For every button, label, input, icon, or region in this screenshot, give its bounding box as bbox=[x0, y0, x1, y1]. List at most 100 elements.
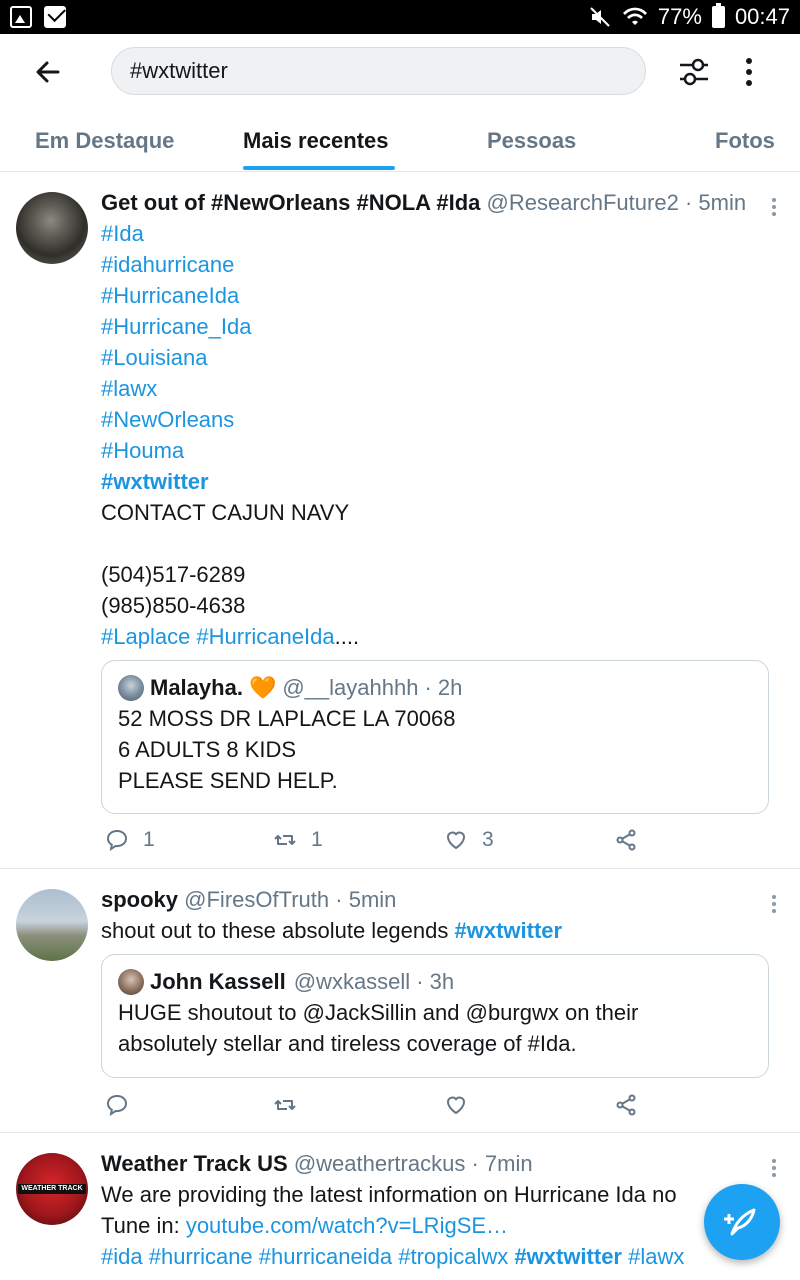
tab-fotos[interactable]: Fotos bbox=[715, 128, 775, 154]
like-count: 3 bbox=[482, 828, 494, 851]
hashtag[interactable]: #Louisiana bbox=[101, 342, 770, 373]
reply-icon bbox=[106, 829, 128, 852]
quoted-author-handle: @wxkassell bbox=[293, 969, 411, 994]
tweet-time: · 5min bbox=[335, 887, 397, 912]
mute-icon bbox=[590, 7, 610, 27]
hashtag[interactable]: #ida bbox=[101, 1244, 143, 1269]
share-button[interactable] bbox=[614, 1093, 638, 1117]
hashtag[interactable]: #wxtwitter bbox=[455, 918, 563, 943]
status-bar: 77% 00:47 bbox=[0, 0, 800, 34]
overflow-menu-icon[interactable] bbox=[738, 54, 760, 90]
avatar[interactable] bbox=[16, 192, 88, 264]
author-name[interactable]: Weather Track US bbox=[101, 1151, 288, 1176]
hashtag[interactable]: #HurricaneIda bbox=[101, 280, 770, 311]
quoted-tweet-time: · 2h bbox=[424, 675, 463, 700]
quoted-avatar bbox=[118, 675, 144, 701]
hashtag[interactable]: #Hurricane_Ida bbox=[101, 311, 770, 342]
tweet-text: We are providing the latest information … bbox=[101, 1182, 677, 1207]
quoted-text: 6 ADULTS 8 KIDS bbox=[118, 737, 297, 762]
reply-button[interactable]: 1 bbox=[105, 828, 155, 852]
hashtag[interactable]: #hurricane bbox=[149, 1244, 253, 1269]
author-name[interactable]: Get out of #NewOrleans #NOLA #Ida bbox=[101, 190, 480, 215]
reply-icon bbox=[106, 1094, 128, 1117]
hashtag[interactable]: #idahurricane bbox=[101, 249, 770, 280]
author-name[interactable]: spooky bbox=[101, 887, 178, 912]
share-button[interactable] bbox=[614, 828, 638, 852]
tweet-text: Tune in: bbox=[101, 1213, 180, 1238]
hashtag[interactable]: #lawx bbox=[101, 373, 770, 404]
tab-em-destaque[interactable]: Em Destaque bbox=[35, 128, 174, 154]
quoted-text: HUGE shoutout to @JackSillin and @burgwx… bbox=[118, 1000, 639, 1025]
hashtag[interactable]: #Houma bbox=[101, 435, 770, 466]
quoted-tweet[interactable]: Malayha. 🧡 @__layahhhh · 2h 52 MOSS DR L… bbox=[101, 660, 769, 814]
quoted-text: PLEASE SEND HELP. bbox=[118, 768, 338, 793]
compose-feather-icon bbox=[724, 1208, 756, 1236]
clock: 00:47 bbox=[734, 4, 790, 29]
mail-notification-icon bbox=[44, 6, 66, 28]
battery-percent: 77% bbox=[657, 4, 702, 29]
reply-count: 1 bbox=[143, 828, 155, 851]
retweet-icon bbox=[274, 1100, 296, 1110]
search-tabs: Em Destaque Mais recentes Pessoas Fotos bbox=[0, 110, 800, 172]
search-input[interactable]: #wxtwitter bbox=[111, 47, 646, 95]
like-button[interactable]: 3 bbox=[444, 828, 494, 852]
compose-tweet-button[interactable] bbox=[704, 1184, 780, 1260]
tweet[interactable]: Get out of #NewOrleans #NOLA #Ida @Resea… bbox=[0, 172, 800, 869]
tweet-actions bbox=[101, 1093, 661, 1123]
tab-pessoas[interactable]: Pessoas bbox=[487, 128, 576, 154]
tweet-actions: 1 1 3 bbox=[101, 828, 661, 858]
tweet-menu-icon[interactable] bbox=[770, 196, 778, 218]
tweet-text: shout out to these absolute legends bbox=[101, 918, 449, 943]
gallery-notification-icon bbox=[10, 6, 32, 28]
tweet[interactable]: WEATHER TRACK Weather Track US @weathert… bbox=[0, 1133, 800, 1280]
like-button[interactable] bbox=[444, 1093, 468, 1117]
quoted-author-name: Malayha. bbox=[150, 675, 243, 700]
quoted-author-handle: @__layahhhh bbox=[282, 675, 419, 700]
orange-heart-icon: 🧡 bbox=[248, 675, 277, 700]
retweet-button[interactable]: 1 bbox=[273, 828, 323, 852]
retweet-icon bbox=[274, 835, 296, 845]
author-handle[interactable]: @ResearchFuture2 bbox=[487, 190, 679, 215]
hashtag[interactable]: #NewOrleans bbox=[101, 404, 770, 435]
quoted-author-name: John Kassell bbox=[150, 969, 286, 994]
hashtag[interactable]: #wxtwitter bbox=[514, 1244, 622, 1269]
hashtag[interactable]: #Ida bbox=[101, 218, 770, 249]
avatar[interactable]: WEATHER TRACK bbox=[16, 1153, 88, 1225]
share-icon bbox=[616, 1094, 636, 1116]
search-filter-icon[interactable] bbox=[676, 54, 712, 90]
retweet-button[interactable] bbox=[273, 1093, 297, 1117]
back-arrow-icon[interactable] bbox=[30, 54, 66, 90]
ellipsis: .... bbox=[334, 624, 360, 649]
tweet-link[interactable]: youtube.com/watch?v=LRigSE… bbox=[186, 1213, 508, 1238]
active-tab-indicator bbox=[243, 166, 395, 170]
hashtag[interactable]: #tropicalwx bbox=[398, 1244, 508, 1269]
quoted-tweet-time: · 3h bbox=[416, 969, 455, 994]
quoted-text: absolutely stellar and tireless coverage… bbox=[118, 1031, 577, 1056]
quoted-tweet[interactable]: John Kassell @wxkassell · 3h HUGE shouto… bbox=[101, 954, 769, 1078]
share-icon bbox=[616, 829, 636, 851]
search-header: #wxtwitter bbox=[0, 34, 800, 110]
tweet-menu-icon[interactable] bbox=[770, 893, 778, 915]
retweet-count: 1 bbox=[311, 828, 323, 851]
hashtag[interactable]: #Laplace #HurricaneIda bbox=[101, 624, 335, 649]
hashtag[interactable]: #wxtwitter bbox=[101, 466, 770, 497]
quoted-avatar bbox=[118, 969, 144, 995]
avatar[interactable] bbox=[16, 889, 88, 961]
avatar-logo-text: WEATHER TRACK bbox=[18, 1184, 86, 1194]
tweet-time: · 5min bbox=[684, 190, 747, 215]
tweet[interactable]: spooky @FiresOfTruth · 5min shout out to… bbox=[0, 869, 800, 1133]
tweet-text: (985)850-4638 bbox=[101, 593, 246, 618]
author-handle[interactable]: @FiresOfTruth bbox=[184, 887, 329, 912]
hashtag[interactable]: #hurricaneida bbox=[259, 1244, 392, 1269]
tab-mais-recentes[interactable]: Mais recentes bbox=[243, 128, 389, 154]
battery-icon bbox=[711, 3, 725, 28]
reply-button[interactable] bbox=[105, 1093, 129, 1117]
hashtag[interactable]: #lawx bbox=[628, 1244, 684, 1269]
author-handle[interactable]: @weathertrackus bbox=[294, 1151, 466, 1176]
heart-icon bbox=[446, 1096, 466, 1115]
wifi-icon bbox=[622, 7, 647, 26]
quoted-text: 52 MOSS DR LAPLACE LA 70068 bbox=[118, 706, 456, 731]
tweet-text: (504)517-6289 bbox=[101, 562, 246, 587]
tweet-time: · 7min bbox=[471, 1151, 533, 1176]
tweet-text: CONTACT CAJUN NAVY bbox=[101, 500, 350, 525]
